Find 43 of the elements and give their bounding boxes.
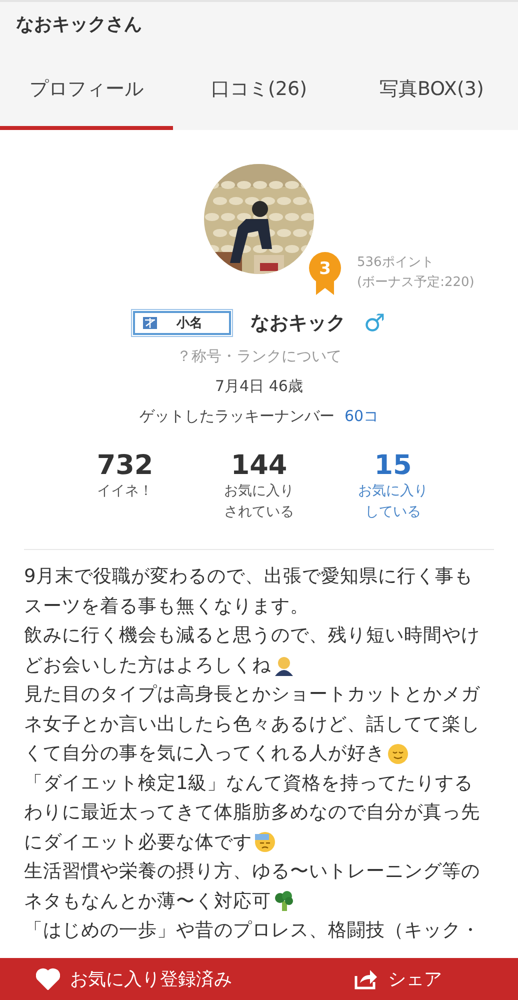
favorite-button[interactable]: お気に入り登録済み (36, 967, 232, 991)
page-title: なおキックさん (16, 13, 143, 36)
gender-symbol: ♂ (364, 309, 386, 337)
bio-line: ネ女子とか言い出したら色々あるけど、話してて楽し (24, 712, 480, 736)
stat-value: 144 (230, 450, 288, 481)
bio-line: 「はじめの一歩」や昔のプロレス、格闘技（キック・ (24, 919, 480, 943)
lucky-count-link[interactable]: 60コ (344, 407, 379, 426)
points-text: 536ポイント (357, 254, 435, 272)
bio-line: 9月末で役職が変わるので、出張で愛知県に行く事も (24, 565, 473, 589)
bio-line: くて自分の事を気に入ってくれる人が好き (24, 742, 385, 766)
stat-label: お気に入り (224, 482, 294, 501)
stat-label: イイネ！ (97, 482, 153, 501)
title-text: 小名 (176, 315, 203, 332)
crest-icon (142, 317, 157, 329)
tab[interactable]: プロフィール (0, 46, 173, 130)
bio-line: 「ダイエット検定1級」なんて資格を持ってたりする (24, 772, 473, 796)
birthday-text: 7月4日 46歳 (215, 377, 303, 396)
user-name: なおキック (250, 311, 346, 336)
bio-line: どお会いした方はよろしくね (24, 654, 271, 678)
stat-value[interactable]: 15 (374, 450, 412, 481)
smiling-face-icon (387, 742, 409, 765)
bonus-text: (ボーナス予定:220) (357, 274, 474, 292)
bowing-person-icon (273, 654, 295, 676)
bio-line: スーツを着る事も無くなります。 (24, 594, 309, 618)
bio-line: わりに最近太ってきて体脂肪多めなので自分が真っ先 (24, 801, 480, 825)
stat-value: 732 (96, 450, 154, 481)
stat-label[interactable]: している (365, 502, 421, 523)
share-icon (354, 968, 378, 990)
bio-line: にダイエット必要な体です (24, 830, 252, 854)
tab[interactable]: 写真BOX(3) (345, 46, 518, 130)
share-button[interactable]: シェア (354, 967, 442, 991)
tab[interactable]: 口コミ(26) (172, 46, 346, 130)
bio-line: 飲みに行く機会も減ると思うので、残り短い時間やけ (24, 624, 480, 648)
bio-line: 生活習慣や栄養の摂り方、ゆる〜いトレーニング等の (24, 860, 480, 884)
stat-label[interactable]: お気に入り (358, 481, 428, 502)
broccoli-icon (273, 890, 295, 912)
lucky-number-label: ゲットしたラッキーナンバー (139, 407, 334, 426)
bio-line: ネタもなんとか薄〜く対応可 (24, 890, 271, 914)
rank-help-link[interactable]: ？称号・ランクについて (176, 347, 342, 366)
sweat-face-icon (254, 831, 276, 854)
stat-label: されている (224, 503, 294, 522)
rank-medal: 3 (308, 251, 342, 295)
bio-line: 見た目のタイプは高身長とかショートカットとかメガ (24, 683, 480, 707)
